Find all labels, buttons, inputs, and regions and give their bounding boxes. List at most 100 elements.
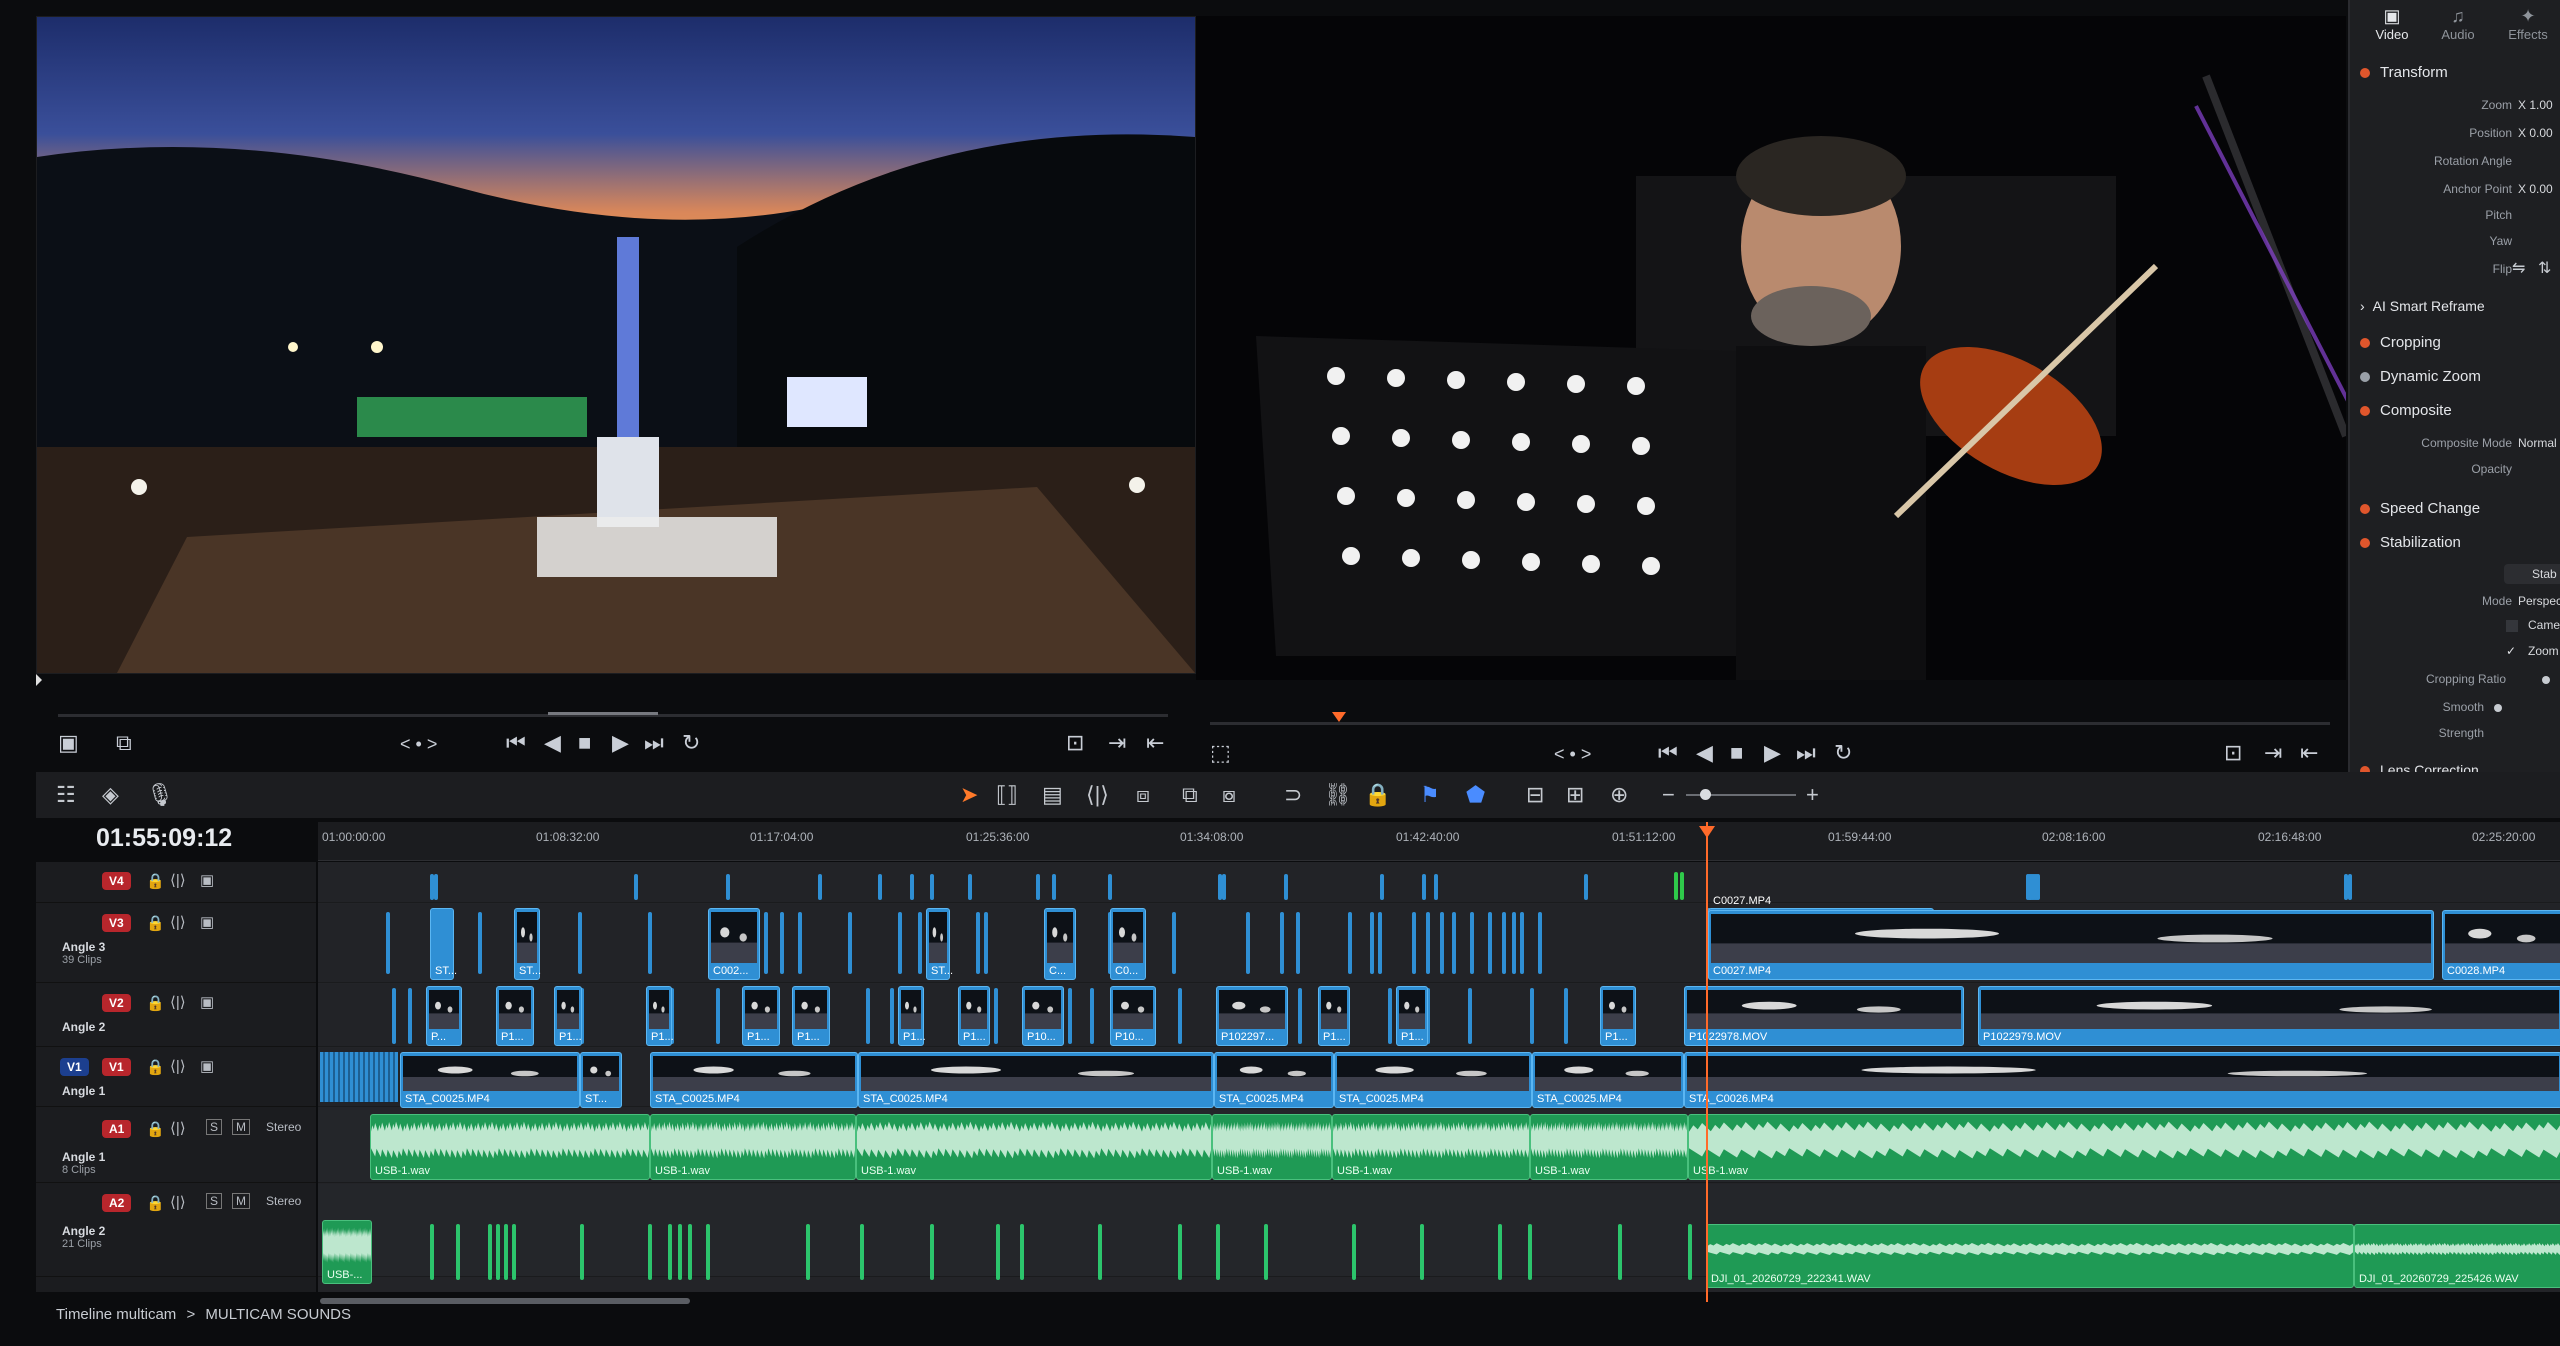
v3-clip-sliver[interactable] xyxy=(1370,912,1374,974)
v2-clip-sliver[interactable] xyxy=(1530,988,1534,1044)
a2-clip-sliver[interactable] xyxy=(860,1224,864,1280)
composite-section[interactable]: Composite xyxy=(2360,402,2452,419)
video-clip[interactable]: STA_C0025.MP4 xyxy=(400,1052,580,1108)
track-id-badge[interactable]: A2 xyxy=(102,1194,132,1212)
playhead-handle[interactable] xyxy=(1699,826,1715,838)
track-lane-v4[interactable] xyxy=(318,862,2560,903)
cropping-section[interactable]: Cropping xyxy=(2360,334,2441,351)
v4-clip-sliver[interactable] xyxy=(634,874,638,900)
a2-clip-sliver[interactable] xyxy=(678,1224,682,1280)
video-clip[interactable]: P1022978.MOV xyxy=(1684,986,1964,1046)
audio-clip[interactable]: USB-1.wav xyxy=(1530,1114,1688,1180)
selection-tool-icon[interactable]: ➤ xyxy=(960,782,978,808)
video-clip[interactable]: STA_C0026.MP4 xyxy=(1684,1052,2560,1108)
source-in-marker[interactable] xyxy=(36,674,46,686)
track-header-v2[interactable]: V2 🔒 ⟨|⟩ ▣ Angle 2 xyxy=(36,984,316,1047)
a2-clip-sliver[interactable] xyxy=(1498,1224,1502,1280)
track-id-badge[interactable]: A1 xyxy=(102,1120,132,1138)
video-clip[interactable]: P1... xyxy=(898,986,926,1046)
video-clip[interactable]: P1... xyxy=(496,986,534,1046)
match-frame-icon[interactable]: ⊡ xyxy=(1066,730,1084,756)
playhead[interactable] xyxy=(1706,822,1708,1302)
flip-vertical-icon[interactable]: ⇅ xyxy=(2538,258,2551,278)
auto-select-icon[interactable]: ⟨|⟩ xyxy=(170,1057,186,1075)
v3-clip-sliver[interactable] xyxy=(780,912,784,974)
v3-clip-sliver[interactable] xyxy=(1512,912,1516,974)
v1-dense-clips[interactable] xyxy=(320,1052,398,1102)
viewer-layout-icon[interactable]: ▣ xyxy=(58,730,79,756)
a2-clip-sliver[interactable] xyxy=(1098,1224,1102,1280)
flag-icon[interactable]: ⚑ xyxy=(1420,782,1440,808)
v2-clip-sliver[interactable] xyxy=(1068,988,1072,1044)
microphone-icon[interactable]: 🎙 xyxy=(146,782,174,808)
a2-clip-sliver[interactable] xyxy=(806,1224,810,1280)
trim-tool-icon[interactable]: ⟦⟧ xyxy=(996,782,1018,808)
track-header-a1[interactable]: A1 🔒 ⟨|⟩ S M Stereo Angle 18 Clips xyxy=(36,1110,316,1183)
v4-clip-green[interactable] xyxy=(1674,872,1678,900)
v2-clip-sliver[interactable] xyxy=(1564,988,1568,1044)
video-clip[interactable]: P102297... xyxy=(1216,986,1288,1046)
v4-clip-sliver[interactable] xyxy=(2348,874,2352,900)
a2-clip-sliver[interactable] xyxy=(430,1224,434,1280)
v3-clip-sliver[interactable] xyxy=(1412,912,1416,974)
anchor-point-value[interactable]: X 0.00 xyxy=(2518,182,2553,196)
video-clip[interactable]: STA_C0025.MP4 xyxy=(650,1052,858,1108)
mark-in-icon[interactable]: ⇥ xyxy=(1108,730,1126,756)
v3-clip-sliver[interactable] xyxy=(1520,912,1524,974)
v2-clip-sliver[interactable] xyxy=(392,988,396,1044)
lock-icon[interactable]: 🔒 xyxy=(1364,782,1391,808)
replace-clip-icon[interactable]: ⧇ xyxy=(1222,782,1236,808)
v3-clip-sliver[interactable] xyxy=(1502,912,1506,974)
video-clip[interactable]: C0... xyxy=(1110,908,1146,980)
cropping-enable-icon[interactable] xyxy=(2360,338,2370,349)
video-clip[interactable]: P1... xyxy=(792,986,830,1046)
program-playhead-marker[interactable] xyxy=(1332,712,1346,722)
video-clip[interactable]: P1022979.MOV xyxy=(1978,986,2560,1046)
linked-selection-icon[interactable]: ⛓ xyxy=(1324,782,1352,808)
lock-icon[interactable]: 🔒 xyxy=(146,1194,165,1212)
mark-in-icon[interactable]: ⇥ xyxy=(2264,740,2282,766)
zoom-custom-icon[interactable]: ⊕ xyxy=(1610,782,1628,808)
video-clip[interactable]: P1... xyxy=(742,986,780,1046)
cropping-ratio-slider[interactable] xyxy=(2542,676,2550,684)
v4-clip-sliver[interactable] xyxy=(930,874,934,900)
v2-clip-sliver[interactable] xyxy=(890,988,894,1044)
zoom-full-icon[interactable]: ⊟ xyxy=(1526,782,1544,808)
track-header-a2[interactable]: A2 🔒 ⟨|⟩ S M Stereo Angle 2 21 Clips xyxy=(36,1184,316,1277)
v2-clip-sliver[interactable] xyxy=(716,988,720,1044)
a2-clip-sliver[interactable] xyxy=(668,1224,672,1280)
dynamic-zoom-section[interactable]: Dynamic Zoom xyxy=(2360,368,2481,385)
audio-clip[interactable]: DJI_01_20260729_222341.WAV xyxy=(1706,1224,2354,1288)
v2-clip-sliver[interactable] xyxy=(994,988,998,1044)
a2-clip-sliver[interactable] xyxy=(512,1224,516,1280)
auto-select-icon[interactable]: ⟨|⟩ xyxy=(170,1119,186,1137)
breadcrumb-current[interactable]: MULTICAM SOUNDS xyxy=(205,1306,351,1323)
a2-clip-sliver[interactable] xyxy=(488,1224,492,1280)
mark-out-icon[interactable]: ⇤ xyxy=(2300,740,2318,766)
v4-clip-green[interactable] xyxy=(1680,872,1684,900)
skip-start-icon[interactable]: ⏮ xyxy=(506,730,526,756)
solo-button[interactable]: S xyxy=(206,1193,223,1209)
a2-clip-sliver[interactable] xyxy=(456,1224,460,1280)
composite-mode-value[interactable]: Normal xyxy=(2518,436,2557,450)
skip-end-icon[interactable]: ⏭ xyxy=(644,730,664,756)
v3-clip-sliver[interactable] xyxy=(1246,912,1250,974)
video-clip[interactable]: C0027.MP4 xyxy=(1708,910,2434,980)
mute-button[interactable]: M xyxy=(232,1193,250,1209)
track-id-badge[interactable]: V2 xyxy=(102,994,131,1012)
v4-clip-sliver[interactable] xyxy=(1108,874,1112,900)
audio-clip[interactable]: USB-1.wav xyxy=(1212,1114,1332,1180)
audio-clip[interactable]: USB-1.wav xyxy=(650,1114,856,1180)
overwrite-clip-icon[interactable]: ⧉ xyxy=(1182,782,1198,808)
track-visibility-icon[interactable]: ▣ xyxy=(200,993,214,1011)
video-clip[interactable]: P1... xyxy=(958,986,990,1046)
v4-clip-sliver[interactable] xyxy=(1584,874,1588,900)
source-patch-badge[interactable]: V1 xyxy=(60,1058,89,1076)
a2-clip-sliver[interactable] xyxy=(648,1224,652,1280)
v3-clip-sliver[interactable] xyxy=(848,912,852,974)
track-id-badge[interactable]: V4 xyxy=(102,872,131,890)
v4-clip-sliver[interactable] xyxy=(968,874,972,900)
v4-clip-selected[interactable] xyxy=(2036,874,2040,900)
v2-clip-sliver[interactable] xyxy=(866,988,870,1044)
audio-clip[interactable]: USB-1.wav xyxy=(1688,1114,2560,1180)
